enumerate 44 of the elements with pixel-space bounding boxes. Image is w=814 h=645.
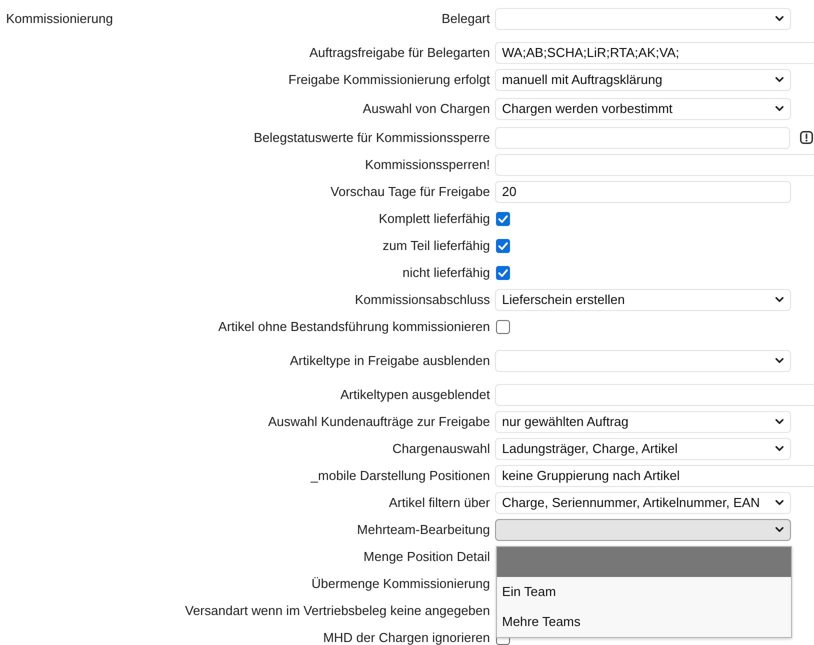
checkbox[interactable] (496, 238, 510, 252)
field-label: Kommissionsabschluss (354, 290, 490, 309)
field-label: Kommissionssperren! (365, 156, 490, 174)
field-label: Artikeltype in Freigabe ausblenden (290, 352, 490, 370)
text-field[interactable]: keine Gruppierung nach Artikel (495, 464, 814, 486)
field-label: Mehrteam-Bearbeitung (357, 520, 490, 539)
select-field[interactable]: manuell mit Auftragsklärung (495, 68, 791, 90)
field-label: Übermenge Kommissionierung (312, 574, 490, 593)
select-field[interactable] (495, 518, 791, 540)
text-field[interactable]: WA;AB;SCHA;LiR;RTA;AK;VA; (495, 42, 814, 64)
select-field[interactable]: nur gewählten Auftrag (495, 410, 791, 432)
field-label: MHD der Chargen ignorieren (323, 628, 490, 645)
checkbox[interactable] (496, 266, 510, 280)
field-label: Auswahl Kundenaufträge zur Freigabe (268, 412, 490, 431)
checkbox[interactable] (496, 320, 510, 334)
field-label: nicht lieferfähig (402, 264, 490, 282)
text-field[interactable]: 20 (495, 180, 791, 202)
text-field[interactable] (495, 126, 790, 148)
field-label: Vorschau Tage für Freigabe (330, 182, 490, 201)
field-label: Menge Position Detail (364, 548, 490, 566)
field-label: Komplett lieferfähig (378, 210, 490, 228)
dropdown-option[interactable]: Ein Team (497, 576, 791, 606)
field-label: Auswahl von Chargen (362, 100, 490, 118)
exclamation-icon[interactable] (800, 131, 813, 144)
select-field[interactable]: Charge, Seriennummer, Artikelnummer, EAN (495, 492, 791, 514)
field-label: Versandart wenn im Vertriebsbeleg keine angegeben (185, 602, 490, 620)
field-label: _mobile Darstellung Positionen (310, 466, 490, 485)
field-label: Artikeltypen ausgeblendet (340, 386, 490, 404)
checkbox[interactable] (496, 212, 510, 226)
select-field[interactable]: Lieferschein erstellen (495, 288, 791, 310)
field-label: zum Teil lieferfähig (382, 236, 490, 255)
field-label: Auftragsfreigabe für Belegarten (309, 44, 490, 62)
field-label: Artikel filtern über (388, 494, 490, 512)
dropdown-option[interactable]: Mehre Teams (497, 606, 791, 636)
section-title: Kommissionierung (6, 10, 113, 28)
text-field[interactable] (495, 384, 814, 406)
field-label: Chargenauswahl (392, 440, 490, 458)
field-label: Freigabe Kommissionierung erfolgt (288, 70, 490, 89)
field-label: Belegstatuswerte für Kommissionssperre (254, 128, 490, 147)
text-field[interactable] (495, 154, 814, 176)
select-field[interactable]: Ladungsträger, Charge, Artikel (495, 438, 791, 460)
field-label: Belegart (442, 10, 490, 28)
select-field[interactable]: Chargen werden vorbestimmt (495, 98, 791, 120)
field-label: Artikel ohne Bestandsführung kommissionieren (218, 318, 490, 336)
